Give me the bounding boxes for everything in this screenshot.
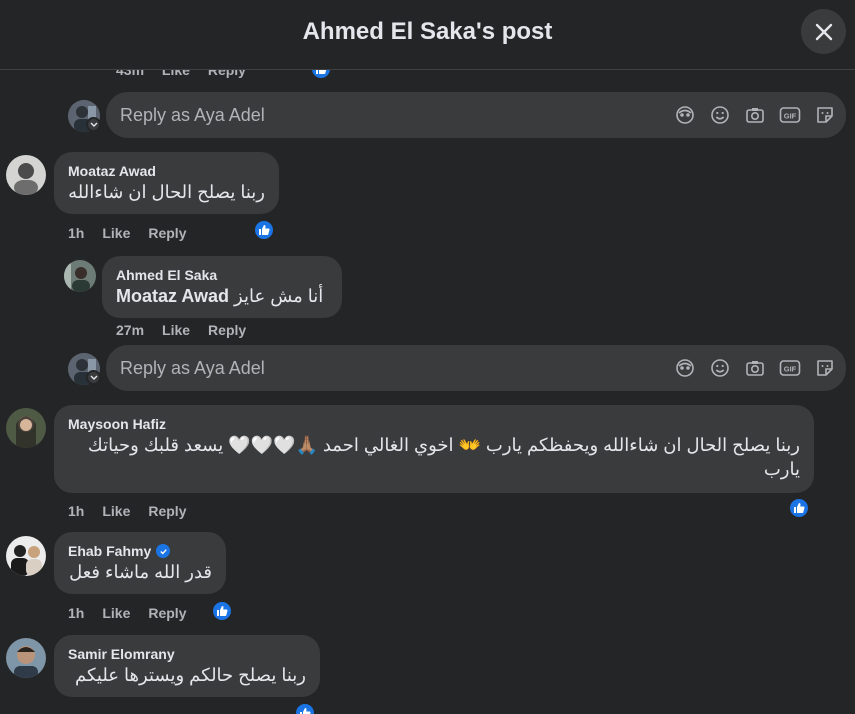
comment-author[interactable]: Moataz Awad [68, 162, 265, 180]
comment-author[interactable]: Samir Elomrany [68, 645, 306, 663]
reply-composer: GIF [68, 345, 848, 391]
like-reaction-badge[interactable] [211, 600, 233, 622]
sticker-icon[interactable] [814, 104, 836, 126]
comment-actions: 1h Like Reply [68, 225, 186, 241]
close-icon [815, 23, 832, 40]
avatar[interactable] [6, 408, 46, 448]
comment-actions: 27m Like Reply [116, 322, 246, 338]
comment-text: ربنا يصلح الحال ان شاءالله [68, 182, 265, 202]
verified-badge-icon [156, 544, 171, 558]
comment-text: ربنا يصلح الحال ان شاءالله ويحفظكم يارب … [87, 435, 800, 479]
comment-author[interactable]: Maysoon Hafiz [68, 415, 800, 433]
thumbs-up-icon [300, 708, 311, 714]
comment-time[interactable]: 1h [68, 225, 84, 241]
comment-bubble: Samir Elomrany ربنا يصلح حالكم ويسترها ع… [54, 635, 320, 697]
svg-text:GIF: GIF [784, 365, 797, 374]
like-link[interactable]: Like [102, 605, 130, 621]
account-switch-chevron-icon[interactable] [86, 117, 101, 132]
comment-text: قدر الله ماشاء فعل [69, 562, 212, 582]
emoji-icon[interactable] [709, 357, 731, 379]
emoji-icon[interactable] [709, 104, 731, 126]
like-link[interactable]: Like [162, 322, 190, 338]
avatar[interactable] [6, 155, 46, 195]
like-reaction-badge[interactable] [788, 497, 810, 519]
comment-text: ربنا يصلح حالكم ويسترها عليكم [75, 665, 306, 685]
comment-bubble: Ehab Fahmy قدر الله ماشاء فعل [54, 532, 226, 594]
like-link[interactable]: Like [102, 225, 130, 241]
comment-bubble: Moataz Awad ربنا يصلح الحال ان شاءالله [54, 152, 279, 214]
account-switch-chevron-icon[interactable] [86, 370, 101, 385]
reply-tools: GIF [674, 104, 836, 126]
avatar-sticker-icon[interactable] [674, 104, 696, 126]
thumbs-up-icon [259, 225, 270, 235]
comment-time[interactable]: 1h [68, 605, 84, 621]
reply-link[interactable]: Reply [208, 322, 246, 338]
like-reaction-badge[interactable] [253, 219, 275, 241]
comment-author[interactable]: Ehab Fahmy [68, 542, 212, 560]
sticker-icon[interactable] [814, 357, 836, 379]
gif-icon[interactable]: GIF [779, 104, 801, 126]
thumbs-up-icon [217, 606, 228, 616]
reply-link[interactable]: Reply [148, 503, 186, 519]
avatar[interactable] [6, 638, 46, 678]
close-button[interactable] [801, 9, 846, 54]
like-link[interactable]: Like [102, 503, 130, 519]
svg-text:GIF: GIF [784, 112, 797, 121]
avatar[interactable] [6, 536, 46, 576]
camera-icon[interactable] [744, 357, 766, 379]
comment-time[interactable]: 27m [116, 322, 144, 338]
comment-text: Moataz Awad أنا مش عايز [116, 284, 328, 308]
comment-time[interactable]: 1h [68, 503, 84, 519]
reply-link[interactable]: Reply [148, 225, 186, 241]
dialog-title: Ahmed El Saka's post [302, 18, 553, 45]
reply-link[interactable]: Reply [148, 605, 186, 621]
reply-composer: GIF [68, 92, 848, 138]
thumbs-up-icon [794, 503, 805, 513]
avatar-sticker-icon[interactable] [674, 357, 696, 379]
avatar[interactable] [64, 260, 96, 292]
mention-link[interactable]: Moataz Awad [116, 286, 229, 306]
comment-author[interactable]: Ahmed El Saka [116, 266, 328, 284]
camera-icon[interactable] [744, 104, 766, 126]
comment-bubble: Ahmed El Saka Moataz Awad أنا مش عايز [102, 256, 342, 318]
comment-body: أنا مش عايز [234, 286, 324, 306]
like-reaction-badge[interactable] [294, 702, 316, 714]
comment-actions: 1h Like Reply [68, 503, 186, 519]
gif-icon[interactable]: GIF [779, 357, 801, 379]
dialog-header: Ahmed El Saka's post [0, 0, 855, 70]
reply-tools: GIF [674, 357, 836, 379]
comment-actions: 1h Like Reply [68, 605, 186, 621]
comment-bubble: Maysoon Hafiz ربنا يصلح الحال ان شاءالله… [54, 405, 814, 493]
